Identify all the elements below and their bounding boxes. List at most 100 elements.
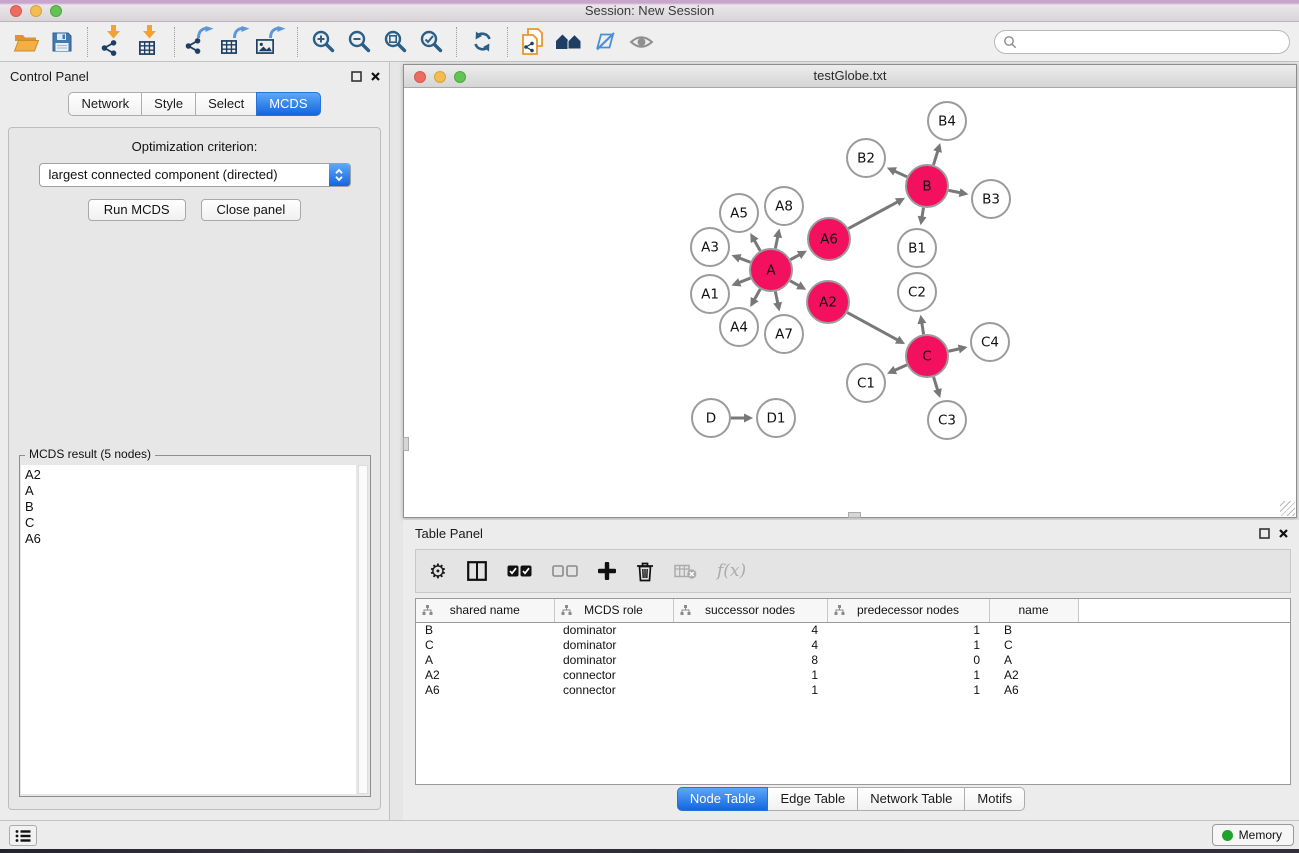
graph-node-C[interactable]: C <box>906 335 948 377</box>
tab-edge-table[interactable]: Edge Table <box>767 787 858 811</box>
delete-column-trash-icon[interactable] <box>636 561 654 582</box>
cell[interactable]: 0 <box>827 653 989 668</box>
graph-node-B2[interactable]: B2 <box>847 139 885 177</box>
network-canvas[interactable]: B4B2BB3B1A5A8A6A3AA1A2C2A4A7C4CC1C3DD1 <box>404 89 1296 517</box>
column-header-name[interactable]: name <box>989 599 1078 622</box>
graph-edge-A2-C[interactable] <box>847 313 899 341</box>
cell[interactable]: A6 <box>416 683 554 698</box>
close-panel-icon[interactable] <box>1278 528 1289 539</box>
graph-node-A8[interactable]: A8 <box>765 187 803 225</box>
result-item[interactable]: C <box>25 515 356 531</box>
network-minimize-button[interactable] <box>434 71 446 83</box>
graph-node-A1[interactable]: A1 <box>691 275 729 313</box>
search-box[interactable] <box>994 30 1290 54</box>
network-maximize-button[interactable] <box>454 71 466 83</box>
function-builder-button[interactable]: f(x) <box>717 561 746 581</box>
graph-node-A7[interactable]: A7 <box>765 315 803 353</box>
cell[interactable]: B <box>416 622 554 638</box>
search-input[interactable] <box>1022 35 1289 49</box>
cell[interactable]: 1 <box>827 683 989 698</box>
criterion-dropdown[interactable]: largest connected component (directed) <box>39 163 351 187</box>
deselect-all-icon[interactable] <box>552 565 578 577</box>
float-panel-icon[interactable] <box>351 71 362 82</box>
graph-edge-A-A5[interactable] <box>754 239 761 251</box>
tab-motifs[interactable]: Motifs <box>964 787 1025 811</box>
cell[interactable]: A2 <box>416 668 554 683</box>
graph-edge-C-C3[interactable] <box>934 377 938 391</box>
result-item[interactable]: A2 <box>25 467 356 483</box>
graph-node-D[interactable]: D <box>692 399 730 437</box>
graph-node-A3[interactable]: A3 <box>691 228 729 266</box>
graph-node-B[interactable]: B <box>906 165 948 207</box>
float-panel-icon[interactable] <box>1259 528 1270 539</box>
cell[interactable]: 8 <box>673 653 827 668</box>
resize-grip[interactable] <box>1280 501 1295 516</box>
tab-select[interactable]: Select <box>195 92 257 116</box>
table-row[interactable]: Adominator80A <box>416 653 1290 668</box>
graph-edge-C-C1[interactable] <box>893 365 906 371</box>
cell[interactable]: 1 <box>827 638 989 653</box>
birds-eye-view-button[interactable] <box>623 25 659 59</box>
graph-node-A[interactable]: A <box>750 249 792 291</box>
result-item[interactable]: B <box>25 499 356 515</box>
cell[interactable]: dominator <box>554 622 673 638</box>
cell[interactable]: A <box>416 653 554 668</box>
import-network-button[interactable] <box>95 25 131 59</box>
import-table-button[interactable] <box>131 25 167 59</box>
graph-node-C4[interactable]: C4 <box>971 323 1009 361</box>
export-network-button[interactable] <box>182 25 218 59</box>
clone-network-button[interactable] <box>515 25 551 59</box>
cell[interactable]: A6 <box>989 683 1078 698</box>
column-header-predecessor-nodes[interactable]: predecessor nodes <box>827 599 989 622</box>
graph-edge-B-B2[interactable] <box>893 171 907 177</box>
cell[interactable]: 1 <box>827 622 989 638</box>
zoom-out-button[interactable] <box>341 25 377 59</box>
open-file-button[interactable] <box>8 25 44 59</box>
result-item[interactable]: A6 <box>25 531 356 547</box>
cell[interactable]: dominator <box>554 653 673 668</box>
apply-layout-button[interactable] <box>464 25 500 59</box>
close-window-button[interactable] <box>10 5 22 17</box>
graph-edge-A-A1[interactable] <box>738 278 751 283</box>
zoom-fit-button[interactable] <box>377 25 413 59</box>
show-panels-button[interactable] <box>9 825 37 846</box>
graph-node-A5[interactable]: A5 <box>720 194 758 232</box>
node-table[interactable]: shared nameMCDS rolesuccessor nodesprede… <box>415 598 1291 785</box>
cell[interactable]: A <box>989 653 1078 668</box>
columns-icon[interactable] <box>467 561 487 581</box>
minimize-window-button[interactable] <box>30 5 42 17</box>
save-session-button[interactable] <box>44 25 80 59</box>
table-row[interactable]: Cdominator41C <box>416 638 1290 653</box>
cell[interactable]: 4 <box>673 638 827 653</box>
graph-node-C1[interactable]: C1 <box>847 364 885 402</box>
maximize-window-button[interactable] <box>50 5 62 17</box>
graph-node-B1[interactable]: B1 <box>898 229 936 267</box>
graph-node-C2[interactable]: C2 <box>898 273 936 311</box>
column-header-MCDS-role[interactable]: MCDS role <box>554 599 673 622</box>
cell[interactable]: connector <box>554 683 673 698</box>
cell[interactable]: connector <box>554 668 673 683</box>
show-all-networks-button[interactable] <box>551 25 587 59</box>
cell[interactable]: 4 <box>673 622 827 638</box>
graph-edge-A6-B[interactable] <box>848 201 899 228</box>
cell[interactable]: A2 <box>989 668 1078 683</box>
close-panel-button[interactable]: Close panel <box>201 199 302 221</box>
cell[interactable]: B <box>989 622 1078 638</box>
network-window-titlebar[interactable]: testGlobe.txt <box>404 65 1296 88</box>
memory-button[interactable]: Memory <box>1212 824 1294 846</box>
tab-style[interactable]: Style <box>141 92 196 116</box>
cell[interactable]: 1 <box>827 668 989 683</box>
export-table-button[interactable] <box>218 25 254 59</box>
delete-table-icon[interactable] <box>674 563 697 579</box>
graph-node-A4[interactable]: A4 <box>720 308 758 346</box>
graph-node-A2[interactable]: A2 <box>807 281 849 323</box>
mcds-result-list[interactable]: A2ABCA6 <box>21 465 356 794</box>
result-list-scrollbar[interactable] <box>358 465 368 794</box>
graph-node-D1[interactable]: D1 <box>757 399 795 437</box>
table-settings-button[interactable]: ⚙ <box>429 561 447 581</box>
graph-node-C3[interactable]: C3 <box>928 401 966 439</box>
zoom-in-button[interactable] <box>305 25 341 59</box>
select-all-icon[interactable] <box>507 565 532 577</box>
hide-labels-button[interactable] <box>587 25 623 59</box>
column-header-shared-name[interactable]: shared name <box>416 599 554 622</box>
